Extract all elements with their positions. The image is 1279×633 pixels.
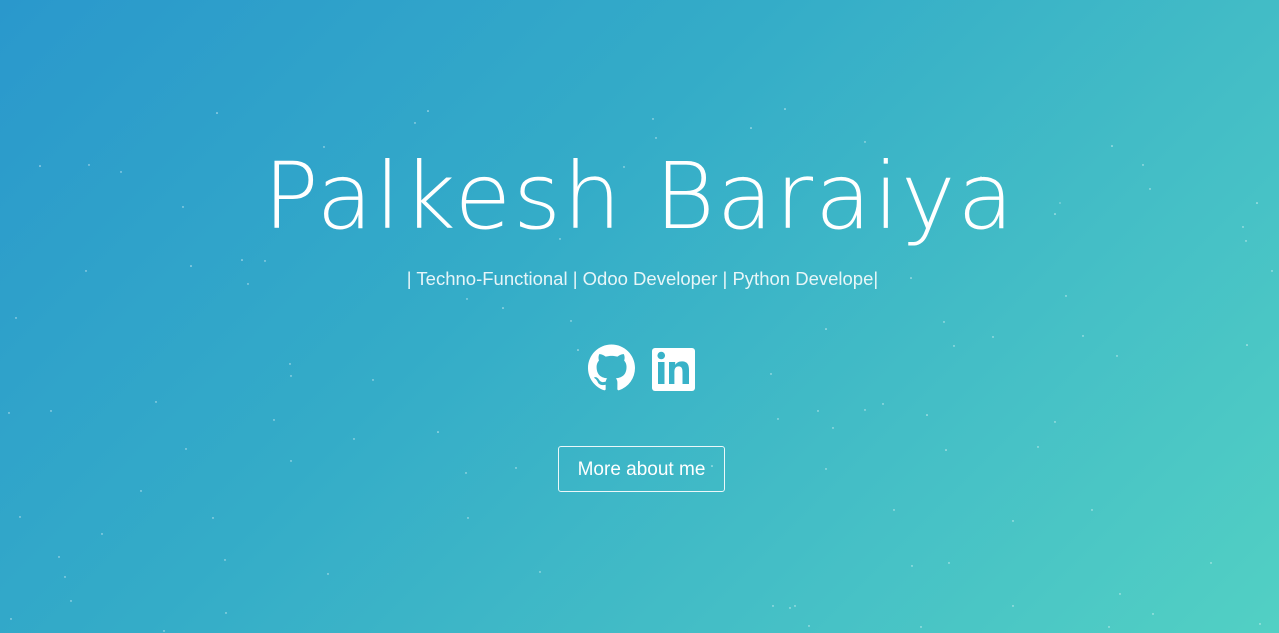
- linkedin-icon: [651, 348, 695, 391]
- more-about-me-button[interactable]: More about me: [558, 446, 725, 492]
- linkedin-link[interactable]: [651, 344, 698, 394]
- social-links: [0, 344, 1279, 394]
- hero-name-title: Palkesh Baraiya: [263, 143, 1016, 250]
- hero-subtitle-roles: | Techno-Functional | Odoo Developer | P…: [406, 268, 879, 289]
- github-icon: [587, 344, 635, 391]
- star-particles-background: [8, 108, 1273, 632]
- hero-section: Palkesh Baraiya | Techno-Functional | Od…: [0, 0, 1279, 633]
- github-link[interactable]: [587, 344, 635, 394]
